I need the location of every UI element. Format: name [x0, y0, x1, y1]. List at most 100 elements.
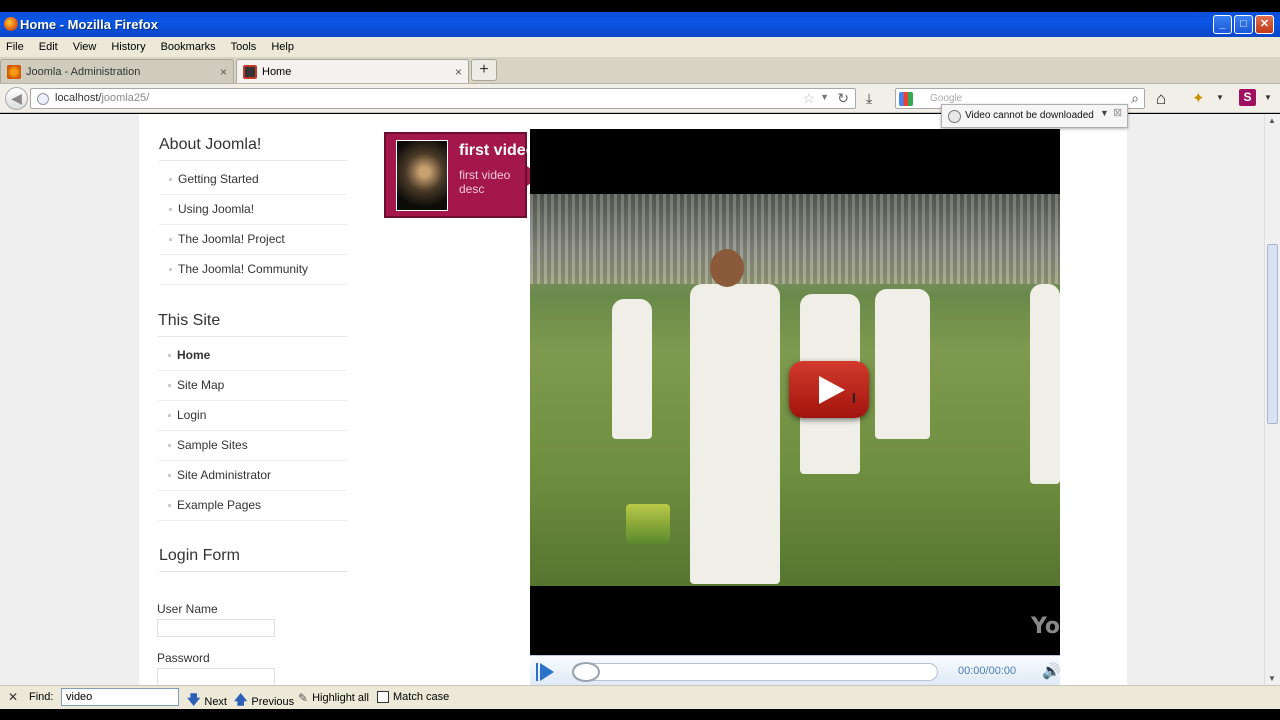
find-input[interactable]: video — [61, 688, 179, 706]
tab-label: Home — [262, 65, 292, 78]
stadium-crowd — [530, 194, 1060, 284]
video-card-description: first video desc — [459, 168, 511, 196]
home-icon[interactable]: ⌂ — [1156, 89, 1166, 109]
popup-dropdown-icon[interactable]: ▼ — [1100, 108, 1109, 118]
tab-label: Joomla - Administration — [26, 65, 141, 78]
username-label: User Name — [157, 602, 218, 616]
highlight-all-button[interactable]: ✎ Highlight all — [298, 691, 369, 705]
tab-home[interactable]: Home × — [236, 59, 469, 83]
time-display: 00:00/00:00 — [958, 665, 1017, 677]
find-next-label: Next — [204, 696, 227, 708]
window-title: Home - Mozilla Firefox — [20, 17, 158, 32]
close-window-button[interactable]: ✕ — [1255, 15, 1274, 34]
cricketer-figure — [875, 289, 930, 439]
match-case-label: Match case — [393, 691, 450, 703]
youtube-watermark: Yo — [1030, 614, 1060, 639]
volume-icon[interactable]: 🔊 — [1042, 662, 1061, 680]
username-input[interactable] — [157, 619, 275, 637]
menu-link-example-pages[interactable]: Example Pages — [158, 491, 347, 521]
site-identity-icon[interactable] — [37, 93, 49, 105]
find-previous-button[interactable]: 🡅 Previous — [234, 691, 294, 713]
channel-logo-badge — [626, 504, 670, 544]
menu-link-getting-started[interactable]: Getting Started — [159, 165, 347, 195]
video-thumbnail[interactable] — [396, 140, 448, 211]
match-case-toggle[interactable]: Match case — [377, 691, 449, 703]
menu-link-site-map[interactable]: Site Map — [158, 371, 347, 401]
download-icon[interactable]: ⤓ — [866, 90, 882, 106]
bookmark-star-icon[interactable]: ☆ — [802, 90, 815, 107]
seek-bar[interactable] — [572, 663, 938, 681]
text-cursor-icon: I — [852, 390, 856, 406]
url-bar[interactable]: localhost/joomla25/ ☆ ▼ ↻ — [30, 88, 856, 109]
menu-bookmarks[interactable]: Bookmarks — [161, 41, 216, 53]
maximize-button[interactable]: □ — [1234, 15, 1253, 34]
highlighter-icon: ✎ — [298, 691, 309, 705]
tab-joomla-administration[interactable]: Joomla - Administration × — [0, 59, 234, 83]
match-case-checkbox[interactable] — [377, 691, 389, 703]
menu-link-sample-sites[interactable]: Sample Sites — [158, 431, 347, 461]
minimize-button[interactable]: _ — [1213, 15, 1232, 34]
vertical-scrollbar[interactable]: ▲ ▼ — [1264, 114, 1280, 685]
cricketer-head — [710, 249, 744, 287]
video-player[interactable]: I Yo 00:00/00:00 🔊 — [530, 129, 1061, 685]
menu-link-home[interactable]: Home — [158, 341, 347, 371]
joomla-favicon-icon — [7, 64, 21, 79]
back-button[interactable]: ◀ — [5, 87, 28, 110]
find-bar: ✕ Find: video 🡇 Next 🡅 Previous ✎ Highli… — [0, 685, 1280, 709]
video-card[interactable]: first video first video desc — [384, 132, 539, 218]
module-title: This Site — [158, 312, 347, 337]
menu-tools[interactable]: Tools — [231, 41, 257, 53]
password-label: Password — [157, 651, 210, 665]
video-frame[interactable]: I — [530, 194, 1060, 586]
scroll-thumb[interactable] — [1267, 244, 1278, 424]
menu-help[interactable]: Help — [271, 41, 294, 53]
seek-handle[interactable] — [572, 662, 600, 682]
password-input[interactable] — [157, 668, 275, 685]
extension-icon[interactable]: ✦ — [1192, 89, 1205, 107]
search-icon[interactable]: ⌕ — [1131, 90, 1139, 107]
find-next-button[interactable]: 🡇 Next — [187, 691, 227, 713]
addon-dropdown-icon[interactable]: ▼ — [1264, 93, 1272, 102]
search-placeholder: Google — [930, 93, 963, 104]
module-title: About Joomla! — [159, 136, 347, 161]
close-find-icon[interactable]: ✕ — [8, 690, 18, 704]
url-text: localhost/joomla25/ — [55, 92, 150, 104]
menu-view[interactable]: View — [73, 41, 97, 53]
extension-dropdown-icon[interactable]: ▼ — [1216, 93, 1224, 102]
module-about-joomla: About Joomla! Getting Started Using Joom… — [159, 136, 347, 285]
page-viewport: About Joomla! Getting Started Using Joom… — [0, 114, 1264, 685]
cricketer-figure — [1030, 284, 1060, 484]
menu-link-using-joomla[interactable]: Using Joomla! — [159, 195, 347, 225]
find-previous-label: Previous — [251, 696, 295, 708]
tab-bar: Joomla - Administration × Home × + — [0, 57, 1280, 84]
new-tab-button[interactable]: + — [471, 59, 497, 81]
module-title: Login Form — [159, 547, 347, 572]
menu-file[interactable]: File — [6, 41, 24, 53]
google-icon[interactable] — [899, 92, 913, 106]
close-tab-icon[interactable]: × — [220, 65, 227, 79]
window-controls: _ □ ✕ — [1213, 15, 1274, 34]
find-label: Find: — [29, 691, 54, 703]
menu-link-joomla-community[interactable]: The Joomla! Community — [159, 255, 347, 285]
s-addon-icon[interactable]: S — [1239, 89, 1256, 106]
site-favicon-icon — [243, 64, 257, 79]
scroll-up-icon[interactable]: ▲ — [1268, 116, 1276, 125]
reload-icon[interactable]: ↻ — [837, 90, 849, 107]
menu-link-joomla-project[interactable]: The Joomla! Project — [159, 225, 347, 255]
video-download-icon — [948, 110, 961, 123]
menu-edit[interactable]: Edit — [39, 41, 58, 53]
scroll-down-icon[interactable]: ▼ — [1268, 674, 1276, 683]
popup-close-icon[interactable]: ⊠ — [1113, 106, 1122, 119]
play-overlay-button[interactable] — [789, 361, 869, 418]
module-login-form: Login Form User Name Password — [157, 547, 347, 685]
video-card-title: first video — [459, 142, 536, 159]
player-controls: 00:00/00:00 🔊 — [530, 655, 1061, 685]
menu-link-login[interactable]: Login — [158, 401, 347, 431]
close-tab-icon[interactable]: × — [455, 65, 462, 79]
menu-history[interactable]: History — [111, 41, 145, 53]
video-download-popup: Video cannot be downloaded ▼ ⊠ — [941, 104, 1128, 128]
module-this-site: This Site Home Site Map Login Sample Sit… — [158, 312, 347, 521]
play-icon[interactable] — [536, 663, 554, 681]
menu-link-site-administrator[interactable]: Site Administrator — [158, 461, 347, 491]
url-dropdown-icon[interactable]: ▼ — [820, 92, 829, 102]
